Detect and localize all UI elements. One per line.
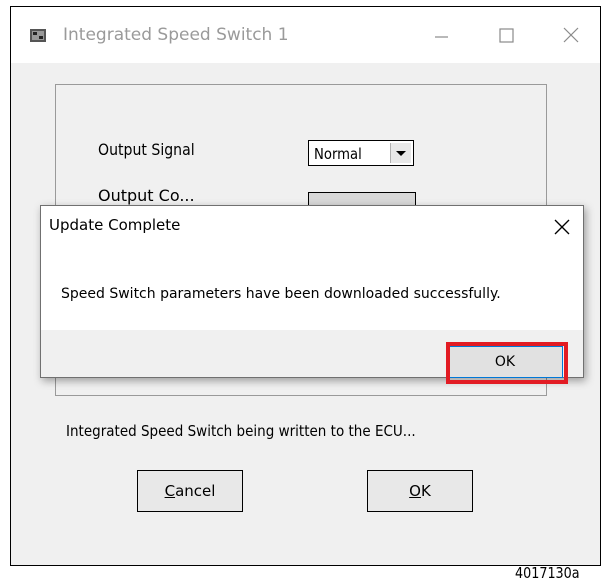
output-signal-label: Output Signal: [98, 140, 195, 159]
title-bar: Integrated Speed Switch 1: [11, 7, 600, 63]
ok-accelerator: O: [409, 482, 421, 500]
figure-caption: 4017130a: [515, 564, 580, 582]
output-signal-select[interactable]: Normal: [308, 140, 414, 166]
ok-highlight-box: [446, 342, 568, 384]
close-icon[interactable]: [551, 19, 591, 49]
dialog-title: Update Complete: [49, 216, 181, 234]
cancel-button[interactable]: Cancel: [137, 470, 243, 512]
output-signal-value: Normal: [314, 145, 362, 163]
cancel-label: ancel: [175, 482, 216, 500]
ok-label: K: [420, 482, 431, 500]
dialog-message: Speed Switch parameters have been downlo…: [61, 286, 501, 302]
cancel-accelerator: C: [164, 482, 176, 500]
output-second-label: Output Co...: [98, 186, 195, 205]
maximize-icon[interactable]: [486, 19, 526, 49]
app-window-icon: [30, 29, 46, 42]
dropdown-button[interactable]: [390, 143, 411, 163]
chevron-down-icon: [396, 151, 406, 156]
minimize-icon[interactable]: [421, 19, 461, 49]
ok-button[interactable]: OK: [367, 470, 473, 512]
dialog-close-icon[interactable]: [553, 218, 571, 236]
window-title: Integrated Speed Switch 1: [63, 25, 289, 45]
status-text: Integrated Speed Switch being written to…: [66, 422, 416, 440]
